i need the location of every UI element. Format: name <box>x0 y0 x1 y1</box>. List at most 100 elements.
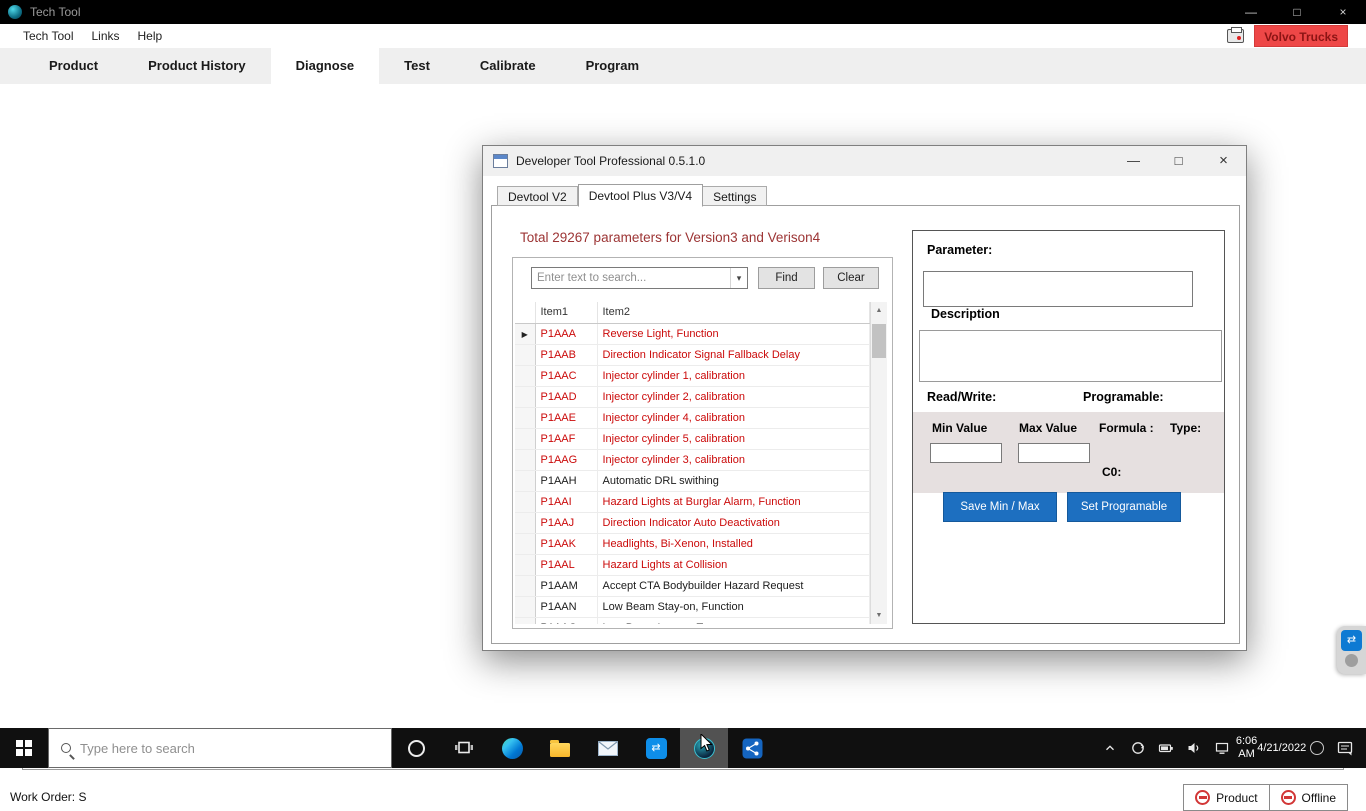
set-programable-button[interactable]: Set Programable <box>1067 492 1181 522</box>
cell-item2[interactable]: Injector cylinder 2, calibration <box>597 386 870 407</box>
cell-item1[interactable]: P1AAA <box>535 323 597 344</box>
offline-status[interactable]: Offline <box>1269 785 1347 810</box>
cell-item2[interactable]: Hazard Lights at Collision <box>597 554 870 575</box>
tray-circle-icon[interactable] <box>1306 728 1328 768</box>
cell-item2[interactable]: Automatic DRL swithing <box>597 470 870 491</box>
tab-devtool-plus-v3v4[interactable]: Devtool Plus V3/V4 <box>578 184 703 207</box>
cell-item1[interactable]: P1AAF <box>535 428 597 449</box>
combo-dropdown-icon[interactable]: ▾ <box>730 268 747 288</box>
remote-support-panel[interactable]: ⇄ <box>1337 626 1366 674</box>
column-header-item1[interactable]: Item1 <box>535 302 597 323</box>
volume-icon[interactable] <box>1180 728 1208 768</box>
menu-tech-tool[interactable]: Tech Tool <box>14 24 82 48</box>
table-row[interactable]: P1AANLow Beam Stay-on, Function <box>515 596 870 617</box>
table-row[interactable]: P1AAJDirection Indicator Auto Deactivati… <box>515 512 870 533</box>
cell-item2[interactable]: Direction Indicator Signal Fallback Dela… <box>597 344 870 365</box>
tab-diagnose[interactable]: Diagnose <box>271 48 380 84</box>
table-row[interactable]: P1AALHazard Lights at Collision <box>515 554 870 575</box>
start-button[interactable] <box>0 728 48 768</box>
edge-icon[interactable] <box>488 728 536 768</box>
cell-item2[interactable]: Reverse Light, Function <box>597 323 870 344</box>
taskbar-search[interactable] <box>48 728 392 768</box>
tab-settings[interactable]: Settings <box>703 186 767 206</box>
cell-item2[interactable]: Low Beam Lamps, Type <box>597 617 870 624</box>
product-status[interactable]: Product <box>1184 785 1268 810</box>
cell-item1[interactable]: P1AAE <box>535 407 597 428</box>
cell-item2[interactable]: Injector cylinder 4, calibration <box>597 407 870 428</box>
description-input[interactable] <box>919 330 1222 382</box>
tab-program[interactable]: Program <box>561 48 664 84</box>
dialog-maximize-icon[interactable]: □ <box>1156 146 1201 176</box>
main-titlebar[interactable]: Tech Tool — □ × <box>0 0 1366 24</box>
cell-item2[interactable]: Direction Indicator Auto Deactivation <box>597 512 870 533</box>
circle-app-icon[interactable] <box>392 728 440 768</box>
tab-devtool-v2[interactable]: Devtool V2 <box>497 186 578 206</box>
cell-item1[interactable]: P1AAG <box>535 449 597 470</box>
cell-item2[interactable]: Injector cylinder 3, calibration <box>597 449 870 470</box>
cell-item2[interactable]: Low Beam Stay-on, Function <box>597 596 870 617</box>
table-row[interactable]: P1AAFInjector cylinder 5, calibration <box>515 428 870 449</box>
task-view-icon[interactable] <box>440 728 488 768</box>
panel-grip-icon[interactable] <box>1345 654 1358 667</box>
table-row[interactable]: P1AADInjector cylinder 2, calibration <box>515 386 870 407</box>
dialog-titlebar[interactable]: Developer Tool Professional 0.5.1.0 — □ … <box>483 146 1246 176</box>
cell-item1[interactable]: P1AAO <box>535 617 597 624</box>
action-center-icon[interactable] <box>1328 728 1362 768</box>
clear-button[interactable]: Clear <box>823 267 879 289</box>
cell-item1[interactable]: P1AAL <box>535 554 597 575</box>
table-row[interactable]: P1AAKHeadlights, Bi-Xenon, Installed <box>515 533 870 554</box>
tab-product[interactable]: Product <box>24 48 123 84</box>
table-row[interactable]: P1AABDirection Indicator Signal Fallback… <box>515 344 870 365</box>
main-minimize-icon[interactable]: — <box>1228 0 1274 24</box>
cell-item1[interactable]: P1AAC <box>535 365 597 386</box>
dialog-minimize-icon[interactable]: — <box>1111 146 1156 176</box>
table-row[interactable]: P1AACInjector cylinder 1, calibration <box>515 365 870 386</box>
table-scrollbar[interactable]: ▲ ▼ <box>870 302 887 624</box>
cell-item2[interactable]: Injector cylinder 5, calibration <box>597 428 870 449</box>
column-header-item2[interactable]: Item2 <box>597 302 870 323</box>
scroll-down-icon[interactable]: ▼ <box>871 607 887 624</box>
cell-item2[interactable]: Accept CTA Bodybuilder Hazard Request <box>597 575 870 596</box>
cell-item2[interactable]: Headlights, Bi-Xenon, Installed <box>597 533 870 554</box>
volvo-trucks-button[interactable]: Volvo Trucks <box>1254 25 1348 47</box>
battery-icon[interactable] <box>1152 728 1180 768</box>
save-minmax-button[interactable]: Save Min / Max <box>943 492 1057 522</box>
scroll-up-icon[interactable]: ▲ <box>871 302 887 319</box>
tab-test[interactable]: Test <box>379 48 455 84</box>
table-row[interactable]: ▶P1AAAReverse Light, Function <box>515 323 870 344</box>
menu-links[interactable]: Links <box>82 24 128 48</box>
cell-item1[interactable]: P1AAK <box>535 533 597 554</box>
table-row[interactable]: P1AAIHazard Lights at Burglar Alarm, Fun… <box>515 491 870 512</box>
hidden-icons-chevron-icon[interactable] <box>1096 728 1124 768</box>
scrollbar-thumb[interactable] <box>872 324 886 358</box>
dialog-close-icon[interactable]: × <box>1201 146 1246 176</box>
tab-product-history[interactable]: Product History <box>123 48 271 84</box>
search-input[interactable] <box>532 272 730 284</box>
mail-icon[interactable] <box>584 728 632 768</box>
find-button[interactable]: Find <box>758 267 815 289</box>
table-row[interactable]: P1AAHAutomatic DRL swithing <box>515 470 870 491</box>
table-row[interactable]: P1AAGInjector cylinder 3, calibration <box>515 449 870 470</box>
network-icon[interactable] <box>1208 728 1236 768</box>
main-close-icon[interactable]: × <box>1320 0 1366 24</box>
parameter-value-input[interactable] <box>923 271 1193 307</box>
teamviewer-panel-icon[interactable]: ⇄ <box>1341 630 1362 651</box>
menu-help[interactable]: Help <box>129 24 172 48</box>
share-app-icon[interactable] <box>728 728 776 768</box>
table-row[interactable]: P1AAEInjector cylinder 4, calibration <box>515 407 870 428</box>
search-combobox[interactable]: ▾ <box>531 267 748 289</box>
min-value-input[interactable] <box>930 443 1002 463</box>
teamviewer-icon[interactable]: ⇄ <box>632 728 680 768</box>
print-icon[interactable] <box>1227 29 1244 43</box>
tab-calibrate[interactable]: Calibrate <box>455 48 561 84</box>
max-value-input[interactable] <box>1018 443 1090 463</box>
taskbar-clock[interactable]: 6:06 AM 4/21/2022 <box>1236 728 1306 768</box>
table-row[interactable]: P1AAOLow Beam Lamps, Type <box>515 617 870 624</box>
cell-item1[interactable]: P1AAI <box>535 491 597 512</box>
main-maximize-icon[interactable]: □ <box>1274 0 1320 24</box>
table-row[interactable]: P1AAMAccept CTA Bodybuilder Hazard Reque… <box>515 575 870 596</box>
cell-item1[interactable]: P1AAJ <box>535 512 597 533</box>
cell-item1[interactable]: P1AAB <box>535 344 597 365</box>
tray-sync-icon[interactable] <box>1124 728 1152 768</box>
taskbar-search-input[interactable] <box>80 741 391 756</box>
